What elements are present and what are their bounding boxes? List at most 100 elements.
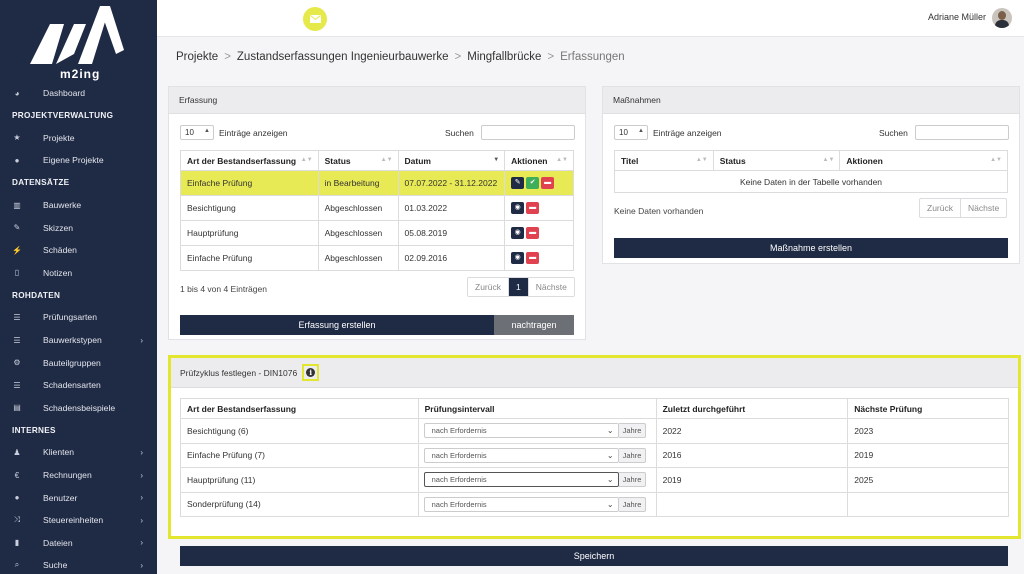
sidebar-item-eigene-projekte[interactable]: ● Eigene Projekte (0, 149, 157, 172)
sidebar-item-skizzen[interactable]: ✎ Skizzen (0, 216, 157, 239)
view-button[interactable]: ◉ (511, 202, 525, 214)
sort-icon: ▲▼ (990, 157, 1002, 163)
delete-button[interactable]: ▬ (526, 227, 540, 239)
column-header[interactable]: Art der Bestandserfassung ▲▼ (180, 150, 319, 171)
sidebar-section-title: INTERNES (12, 425, 56, 435)
logo[interactable]: m2ing (0, 0, 157, 82)
table-info: 1 bis 4 von 4 Einträgen (180, 284, 267, 294)
sidebar-item-dashboard[interactable]: ◕ Dashboard (0, 82, 157, 105)
breadcrumb-item-projekte[interactable]: Projekte (176, 51, 218, 63)
sidebar-item-klienten[interactable]: ♟ Klienten › (0, 441, 157, 464)
interval-select[interactable]: nach Erfordernis ⌄ Jahre (423, 472, 647, 488)
sidebar: m2ing ◕ Dashboard PROJEKTVERWALTUNG ★ Proj… (0, 0, 157, 574)
sidebar-item-bauwerkstypen[interactable]: ☰ Bauwerkstypen › (0, 329, 157, 352)
person-icon: ♟ (13, 447, 21, 457)
search-input[interactable] (914, 125, 1009, 140)
column-header[interactable]: Aktionen ▲▼ (504, 150, 574, 171)
search-label: Suchen (445, 127, 474, 138)
page-button[interactable]: 1 (508, 278, 529, 296)
sort-icon: ▲▼ (300, 157, 313, 163)
edit-button[interactable]: ✎ (511, 177, 525, 189)
sidebar-item-bauteilgruppen[interactable]: ⚙ Bauteilgruppen (0, 351, 157, 374)
trash-icon: ▬ (529, 254, 537, 261)
next-page-button[interactable]: Nächste (529, 278, 574, 296)
prev-page-button[interactable]: Zurück (920, 199, 961, 217)
user-icon: ● (14, 155, 20, 165)
column-header[interactable]: Status ▲▼ (317, 150, 399, 171)
massnahme-create-button[interactable]: Maßnahme erstellen (614, 238, 1008, 258)
sidebar-item-rechnungen[interactable]: € Rechnungen › (0, 464, 157, 487)
page-size-select[interactable]: 10 ▲ (614, 125, 648, 140)
column-header[interactable]: Aktionen ▲▼ (839, 150, 1008, 171)
sidebar-item-schadensarten[interactable]: ☰ Schadensarten (0, 374, 157, 397)
sidebar-item-dateien[interactable]: ▮ Dateien › (0, 532, 157, 555)
sidebar-item-steuereinheiten[interactable]: ⤨ Steuereinheiten › (0, 509, 157, 532)
table-row[interactable]: Besichtigung Abgeschlossen 01.03.2022 ◉ ▬ (180, 195, 574, 221)
chevron-right-icon: › (140, 447, 143, 457)
table-row[interactable]: Hauptprüfung Abgeschlossen 05.08.2019 ◉ ▬ (180, 220, 574, 246)
erfassung-create-button[interactable]: Erfassung erstellen (180, 315, 494, 335)
sidebar-item-schadensbeispiele[interactable]: ▤ Schadensbeispiele (0, 397, 157, 420)
column-header[interactable]: Datum ▼ (397, 150, 506, 171)
table-row[interactable]: Einfache Prüfung Abgeschlossen 02.09.201… (180, 245, 574, 271)
cogs-icon: ⚙ (13, 358, 21, 368)
erfassung-table: Art der Bestandserfassung ▲▼ Status ▲▼ Dat… (180, 150, 574, 271)
pagination: Zurück Nächste (919, 198, 1008, 218)
erfassung-panel: Erfassung 10 ▲ Einträge anzeigen Suchen A… (168, 86, 586, 340)
column-header[interactable]: Status ▲▼ (712, 150, 841, 171)
unit-addon: Jahre (618, 423, 647, 439)
sidebar-item-bauwerke[interactable]: ▥ Bauwerke (0, 194, 157, 217)
sidebar-item-benutzer[interactable]: ● Benutzer › (0, 486, 157, 509)
user-name[interactable]: Adriane Müller (928, 12, 986, 22)
nachtragen-button[interactable]: nachtragen (494, 315, 574, 335)
chevron-right-icon: › (140, 560, 143, 570)
delete-button[interactable]: ▬ (541, 177, 555, 189)
delete-button[interactable]: ▬ (526, 252, 540, 264)
search-input[interactable] (480, 125, 575, 140)
unit-addon: Jahre (618, 447, 647, 463)
avatar[interactable] (992, 8, 1012, 28)
interval-select[interactable]: nach Erfordernis ⌄ Jahre (423, 496, 647, 512)
list-icon: ☰ (13, 312, 21, 322)
sidebar-item-prüfungsarten[interactable]: ☰ Prüfungsarten (0, 306, 157, 329)
sidebar-item-label: Suche (43, 560, 68, 571)
messages-button[interactable] (303, 7, 327, 31)
info-icon: i (306, 368, 316, 377)
sidebar-item-label: Rechnungen (43, 470, 92, 481)
column-header: Art der Bestandserfassung (180, 398, 419, 419)
check-icon: ✔ (529, 179, 536, 186)
info-button[interactable]: i (302, 364, 320, 381)
sidebar-item-notizen[interactable]: ▯ Notizen (0, 262, 157, 285)
interval-select[interactable]: nach Erfordernis ⌄ Jahre (423, 447, 647, 463)
sidebar-item-label: Bauteilgruppen (43, 357, 101, 368)
column-header[interactable]: Titel ▲▼ (614, 150, 714, 171)
view-button[interactable]: ◉ (511, 227, 525, 239)
sort-icon: ▲▼ (822, 157, 835, 163)
sidebar-item-projekte[interactable]: ★ Projekte (0, 127, 157, 150)
eye-icon: ◉ (514, 204, 521, 211)
chevron-right-icon: › (140, 493, 143, 503)
chevron-down-icon: ⌄ (606, 499, 614, 509)
page-size-select[interactable]: 10 ▲ (180, 125, 214, 140)
interval-select[interactable]: nach Erfordernis ⌄ Jahre (423, 423, 647, 439)
pruefzyklus-panel: Prüfzyklus festlegen - DIN1076 i Art der… (168, 355, 1021, 539)
sidebar-item-suche[interactable]: ⌕ Suche › (0, 554, 157, 574)
delete-button[interactable]: ▬ (526, 202, 540, 214)
complete-button[interactable]: ✔ (526, 177, 540, 189)
unit-addon: Jahre (618, 472, 647, 488)
table-row: Einfache Prüfung (7) nach Erfordernis ⌄ Jah… (180, 442, 1009, 468)
breadcrumb-item-project[interactable]: Zustandserfassungen Ingenieurbauwerke (237, 51, 449, 63)
file-icon: ▮ (14, 538, 20, 548)
pencil-icon: ✎ (514, 179, 521, 186)
table-row[interactable]: Einfache Prüfung in Bearbeitung 07.07.20… (180, 170, 574, 196)
next-page-button[interactable]: Nächste (961, 199, 1006, 217)
trash-icon: ▬ (529, 204, 537, 211)
sidebar-item-label: Projekte (43, 132, 75, 143)
sidebar-item-schäden[interactable]: ⚡ Schäden (0, 239, 157, 262)
breadcrumb-item-bauwerk[interactable]: Mingfallbrücke (467, 51, 541, 63)
view-button[interactable]: ◉ (511, 252, 525, 264)
save-button[interactable]: Speichern (180, 546, 1008, 566)
prev-page-button[interactable]: Zurück (468, 278, 509, 296)
unit-addon: Jahre (618, 496, 647, 512)
sidebar-item-label: Klienten (43, 447, 75, 458)
